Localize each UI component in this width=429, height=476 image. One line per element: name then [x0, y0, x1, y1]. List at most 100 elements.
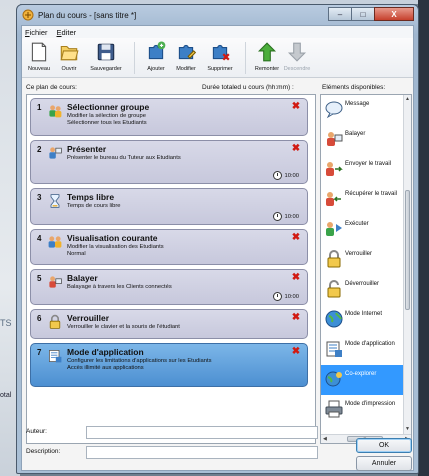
element-item[interactable]: Mode d'impression: [321, 395, 405, 425]
step-description-line: Configurer les limitations d'application…: [67, 358, 212, 364]
plan-step[interactable]: 6 Verrouiller Verrouiller le clavier et la…: [30, 309, 308, 339]
step-duration[interactable]: 10:00: [273, 212, 299, 221]
element-label: Mode d'application: [345, 341, 395, 347]
step-title: Verrouiller: [67, 313, 110, 323]
delete-step-icon[interactable]: ✖: [291, 347, 301, 357]
element-item[interactable]: Verrouiller: [321, 245, 405, 275]
element-item[interactable]: Mode Internet: [321, 305, 405, 335]
duration-header: Durée totaled u cours (hh:mm) :: [202, 84, 294, 91]
plan-step[interactable]: 7 Mode d'application Configurer les limita…: [30, 343, 308, 387]
plan-du-cours-window: Plan du cours - [sans titre *] – □ X Fic…: [16, 4, 419, 474]
delete-step-icon[interactable]: ✖: [291, 144, 301, 154]
menu-fichier[interactable]: Fichier: [25, 28, 48, 37]
element-item[interactable]: Récupérer le travail: [321, 185, 405, 215]
plan-header: Ce plan de cours:: [26, 84, 77, 91]
vertical-scrollbar[interactable]: ▲ ▼: [403, 95, 411, 435]
application-mode-icon: [324, 339, 344, 359]
toolbar-label: Supprimer: [207, 66, 233, 72]
modifier-button[interactable]: Modifier: [171, 38, 201, 72]
element-label: Mode d'impression: [345, 401, 396, 407]
element-label: Verrouiller: [345, 251, 373, 257]
element-label: Déverrouiller: [345, 281, 380, 287]
step-duration[interactable]: 10:00: [273, 171, 299, 180]
step-description: Modifier la sélection de groupe Sélection…: [67, 113, 147, 127]
scroll-left-icon[interactable]: ◀: [323, 436, 327, 442]
arrow-up-icon: [256, 41, 278, 63]
plan-step[interactable]: 4 Visualisation courante Modifier la visua…: [30, 229, 308, 265]
step-description: Modifier la visualisation des Etudiants N…: [67, 244, 164, 258]
plan-steps-list[interactable]: 1 Sélectionner groupe Modifier la sélectio…: [26, 94, 316, 444]
ajouter-button[interactable]: Ajouter: [141, 38, 171, 72]
toolbar-separator: [245, 42, 246, 74]
co-explore-globe-icon: [324, 369, 344, 389]
element-label: Balayer: [345, 131, 366, 137]
delete-step-icon[interactable]: ✖: [291, 273, 301, 283]
element-label: Mode Internet: [345, 311, 383, 317]
clock-icon: [273, 212, 283, 221]
supprimer-button[interactable]: Supprimer: [201, 38, 239, 72]
presenter-icon: [47, 145, 63, 161]
delete-step-icon[interactable]: ✖: [291, 233, 301, 243]
element-item[interactable]: Mode d'application: [321, 335, 405, 365]
toolbar-label: Modifier: [176, 66, 196, 72]
element-item[interactable]: Balayer: [321, 125, 405, 155]
message-bubble-icon: [324, 99, 344, 119]
step-description-line: Verrouiller le clavier et la souris de l…: [67, 324, 180, 330]
ok-button[interactable]: OK: [356, 438, 412, 453]
menu-editer[interactable]: Editer: [57, 28, 77, 37]
ouvrir-button[interactable]: Ouvrir: [54, 38, 84, 72]
app-icon: [22, 9, 34, 21]
toolbar-label: Ajouter: [147, 66, 165, 72]
description-input[interactable]: [86, 446, 318, 459]
elements-items: Message Balayer Envoyer le travail Récupére…: [321, 95, 411, 425]
step-title: Présenter: [67, 144, 107, 154]
maximize-button[interactable]: □: [351, 7, 375, 21]
author-input[interactable]: [86, 426, 318, 439]
step-duration[interactable]: 10:00: [273, 292, 299, 301]
plan-step[interactable]: 1 Sélectionner groupe Modifier la sélectio…: [30, 98, 308, 136]
unlock-icon: [324, 279, 344, 299]
element-item[interactable]: Co-explorer: [321, 365, 405, 395]
descendre-button[interactable]: Descendre: [282, 38, 312, 72]
cancel-button[interactable]: Annuler: [356, 456, 412, 471]
remonter-button[interactable]: Remonter: [252, 38, 282, 72]
step-number: 6: [37, 314, 42, 323]
delete-step-icon[interactable]: ✖: [291, 102, 301, 112]
step-description-line: Temps de cours libre: [67, 203, 121, 209]
plan-step[interactable]: 3 Temps libre Temps de cours libre 10:00: [30, 188, 308, 225]
duration-value: 10:00: [284, 293, 299, 300]
toolbar-separator: [134, 42, 135, 74]
toolbar-label: Ouvrir: [61, 66, 77, 72]
hourglass-icon: [47, 193, 63, 209]
step-description-line: Accès illimité aux applications: [67, 365, 144, 371]
globe-icon: [324, 309, 344, 329]
nouveau-button[interactable]: Nouveau: [24, 38, 54, 72]
scroll-up-icon[interactable]: ▲: [404, 96, 411, 104]
plan-step[interactable]: 2 Présenter Présenter le bureau du Tuteur …: [30, 140, 308, 184]
plan-step[interactable]: 5 Balayer Balayage à travers les Clients c…: [30, 269, 308, 305]
available-elements-list[interactable]: Message Balayer Envoyer le travail Récupére…: [320, 94, 412, 444]
view-group-icon: [47, 234, 63, 250]
element-item[interactable]: Exécuter: [321, 215, 405, 245]
minimize-button[interactable]: –: [328, 7, 352, 21]
scroll-down-icon[interactable]: ▼: [404, 426, 411, 434]
window-title: Plan du cours - [sans titre *]: [38, 10, 137, 20]
element-label: Envoyer le travail: [345, 161, 392, 167]
element-item[interactable]: Envoyer le travail: [321, 155, 405, 185]
scroll-thumb[interactable]: [405, 190, 410, 310]
author-label-text: Auteur:: [26, 428, 47, 435]
padlock-icon: [324, 249, 344, 269]
sauvegarder-button[interactable]: Sauvegarder: [84, 38, 128, 72]
step-number: 3: [37, 193, 42, 202]
element-item[interactable]: Déverrouiller: [321, 275, 405, 305]
title-bar[interactable]: Plan du cours - [sans titre *] – □ X: [17, 5, 418, 25]
step-description-line: Modifier la visualisation des Etudiants: [67, 244, 164, 250]
description-label: Description:: [26, 448, 60, 455]
step-number: 7: [37, 348, 42, 357]
element-item[interactable]: Message: [321, 95, 405, 125]
edit-puzzle-icon: [175, 41, 197, 63]
delete-step-icon[interactable]: ✖: [291, 313, 301, 323]
step-number: 4: [37, 234, 42, 243]
desktop-background-right: [418, 0, 429, 476]
close-button[interactable]: X: [374, 7, 414, 21]
